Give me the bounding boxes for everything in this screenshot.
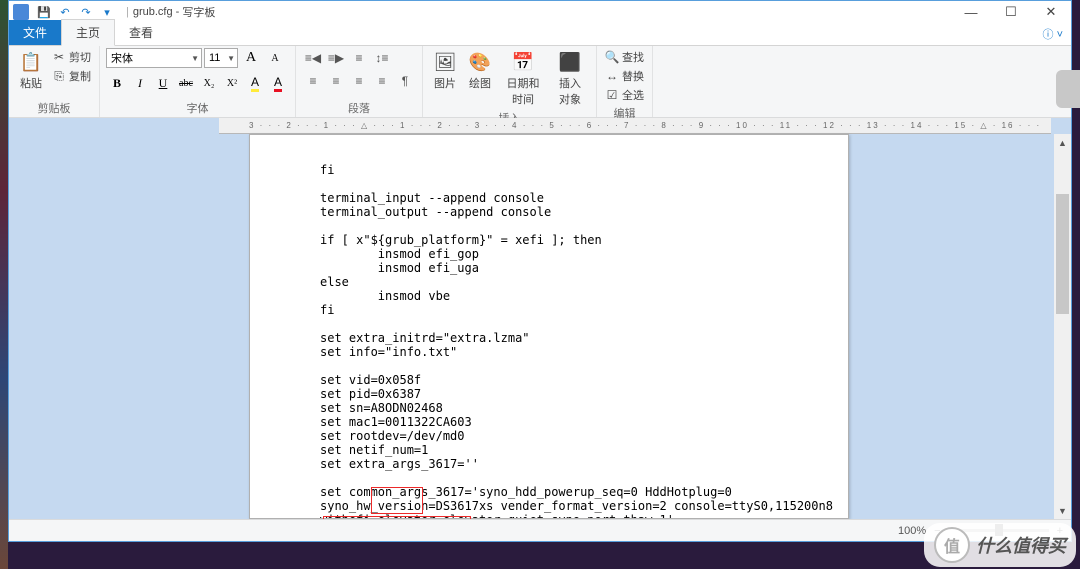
zoom-level: 100% — [898, 525, 926, 537]
ribbon: 📋 粘贴 ✂剪切 ⎘复制 剪贴板 宋体 ▼ 11 ▼ A A B — [9, 46, 1071, 118]
insert-picture-button[interactable]: 🖼图片 — [429, 48, 461, 93]
selectall-label: 全选 — [622, 87, 644, 103]
grow-font-button[interactable]: A — [240, 48, 262, 68]
underline-button[interactable]: U — [152, 73, 174, 93]
group-paragraph: ≡◀ ≡▶ ≡ ↕≡ ≡ ≡ ≡ ≡ ¶ 段落 — [296, 46, 423, 117]
font-family-combo[interactable]: 宋体 ▼ — [106, 48, 202, 68]
insert-datetime-button[interactable]: 📅日期和时间 — [499, 48, 547, 109]
copy-button[interactable]: ⎘复制 — [50, 67, 93, 85]
save-icon[interactable]: 💾 — [35, 3, 53, 21]
replace-button[interactable]: ↔替换 — [603, 67, 646, 85]
align-left-button[interactable]: ≡ — [302, 71, 324, 91]
superscript-button[interactable]: X² — [221, 73, 243, 93]
chevron-down-icon: ▼ — [188, 54, 199, 63]
group-insert: 🖼图片 🎨绘图 📅日期和时间 ⬛插入对象 插入 — [423, 46, 597, 117]
find-button[interactable]: 🔍查找 — [603, 48, 646, 66]
scroll-up-icon[interactable]: ▲ — [1054, 134, 1071, 151]
shrink-font-button[interactable]: A — [264, 48, 286, 68]
select-all-button[interactable]: ☑全选 — [603, 86, 646, 104]
app-icon — [13, 4, 29, 20]
insert-paint-button[interactable]: 🎨绘图 — [464, 48, 496, 93]
group-editing: 🔍查找 ↔替换 ☑全选 编辑 — [597, 46, 653, 117]
paste-icon: 📋 — [19, 50, 43, 74]
find-label: 查找 — [622, 49, 644, 65]
line-spacing-button[interactable]: ↕≡ — [371, 48, 393, 68]
paint-label: 绘图 — [469, 75, 491, 91]
ruler[interactable]: 3 · · · 2 · · · 1 · · · △ · · · 1 · · · … — [219, 118, 1051, 134]
copy-label: 复制 — [69, 68, 91, 84]
replace-label: 替换 — [622, 68, 644, 84]
watermark-text: 什么值得买 — [976, 532, 1066, 558]
subscript-button[interactable]: X₂ — [198, 73, 220, 93]
indent-button[interactable]: ≡▶ — [325, 48, 347, 68]
title-dash: - — [173, 6, 183, 18]
highlight-button[interactable]: A — [244, 73, 266, 93]
paste-button[interactable]: 📋 粘贴 — [15, 48, 47, 93]
align-right-button[interactable]: ≡ — [348, 71, 370, 91]
group-font: 宋体 ▼ 11 ▼ A A B I U abc X₂ X² A A 字体 — [100, 46, 296, 117]
strike-button[interactable]: abc — [175, 73, 197, 93]
watermark: 值 什么值得买 — [924, 523, 1076, 567]
group-clipboard: 📋 粘贴 ✂剪切 ⎘复制 剪贴板 — [9, 46, 100, 117]
cut-label: 剪切 — [69, 49, 91, 65]
scrollbar-thumb[interactable] — [1056, 194, 1069, 314]
bullets-button[interactable]: ≡ — [348, 48, 370, 68]
scroll-down-icon[interactable]: ▼ — [1054, 502, 1071, 519]
font-size-combo[interactable]: 11 ▼ — [204, 48, 238, 68]
minimize-button[interactable]: — — [951, 1, 991, 23]
paste-label: 粘贴 — [20, 75, 42, 91]
font-color-button[interactable]: A — [267, 73, 289, 93]
ribbon-tabs: 文件 主页 查看 ⓘ ˅ — [9, 23, 1071, 46]
picture-icon: 🖼 — [433, 50, 457, 74]
select-all-icon: ☑ — [605, 88, 619, 102]
watermark-badge: 值 — [934, 527, 970, 563]
title-bar: 💾 ↶ ↷ ▾ | grub.cfg - 写字板 — ☐ ✕ — [9, 1, 1071, 23]
cut-button[interactable]: ✂剪切 — [50, 48, 93, 66]
workspace: 3 · · · 2 · · · 1 · · · △ · · · 1 · · · … — [9, 118, 1071, 519]
group-label-clipboard: 剪贴板 — [15, 99, 93, 117]
chevron-down-icon: ▼ — [224, 54, 235, 63]
close-button[interactable]: ✕ — [1031, 1, 1071, 23]
document-page[interactable]: fi terminal_input --append console termi… — [249, 134, 849, 519]
group-label-font: 字体 — [106, 99, 289, 117]
window-controls: — ☐ ✕ — [951, 1, 1071, 23]
calendar-icon: 📅 — [511, 50, 535, 74]
tab-home[interactable]: 主页 — [61, 19, 115, 46]
maximize-button[interactable]: ☐ — [991, 1, 1031, 23]
desktop-left-edge — [0, 0, 8, 569]
picture-label: 图片 — [434, 75, 456, 91]
highlight-icon: A — [251, 75, 259, 92]
font-family-value: 宋体 — [111, 50, 133, 66]
search-icon: 🔍 — [605, 50, 619, 64]
italic-button[interactable]: I — [129, 73, 151, 93]
paragraph-dialog-button[interactable]: ¶ — [394, 71, 416, 91]
group-label-paragraph: 段落 — [302, 99, 416, 117]
justify-button[interactable]: ≡ — [371, 71, 393, 91]
side-tab[interactable] — [1056, 70, 1080, 108]
outdent-button[interactable]: ≡◀ — [302, 48, 324, 68]
font-size-value: 11 — [209, 52, 220, 64]
app-name: 写字板 — [182, 4, 215, 20]
copy-icon: ⎘ — [52, 69, 66, 83]
status-bar: 100% − + — [9, 519, 1071, 541]
align-center-button[interactable]: ≡ — [325, 71, 347, 91]
tab-view[interactable]: 查看 — [115, 20, 167, 45]
paint-icon: 🎨 — [468, 50, 492, 74]
datetime-label: 日期和时间 — [503, 75, 543, 107]
object-icon: ⬛ — [558, 50, 582, 74]
wordpad-window: 💾 ↶ ↷ ▾ | grub.cfg - 写字板 — ☐ ✕ 文件 主页 查看 … — [8, 0, 1072, 542]
tab-file[interactable]: 文件 — [9, 20, 61, 45]
replace-icon: ↔ — [605, 69, 619, 83]
help-button[interactable]: ⓘ ˅ — [1035, 23, 1071, 45]
vertical-scrollbar[interactable]: ▲ ▼ — [1054, 134, 1071, 519]
scissors-icon: ✂ — [52, 50, 66, 64]
bold-button[interactable]: B — [106, 73, 128, 93]
title-sep: | — [126, 6, 129, 18]
object-label: 插入对象 — [554, 75, 586, 107]
insert-object-button[interactable]: ⬛插入对象 — [550, 48, 590, 109]
document-title: grub.cfg — [133, 6, 173, 18]
font-color-icon: A — [274, 75, 282, 92]
